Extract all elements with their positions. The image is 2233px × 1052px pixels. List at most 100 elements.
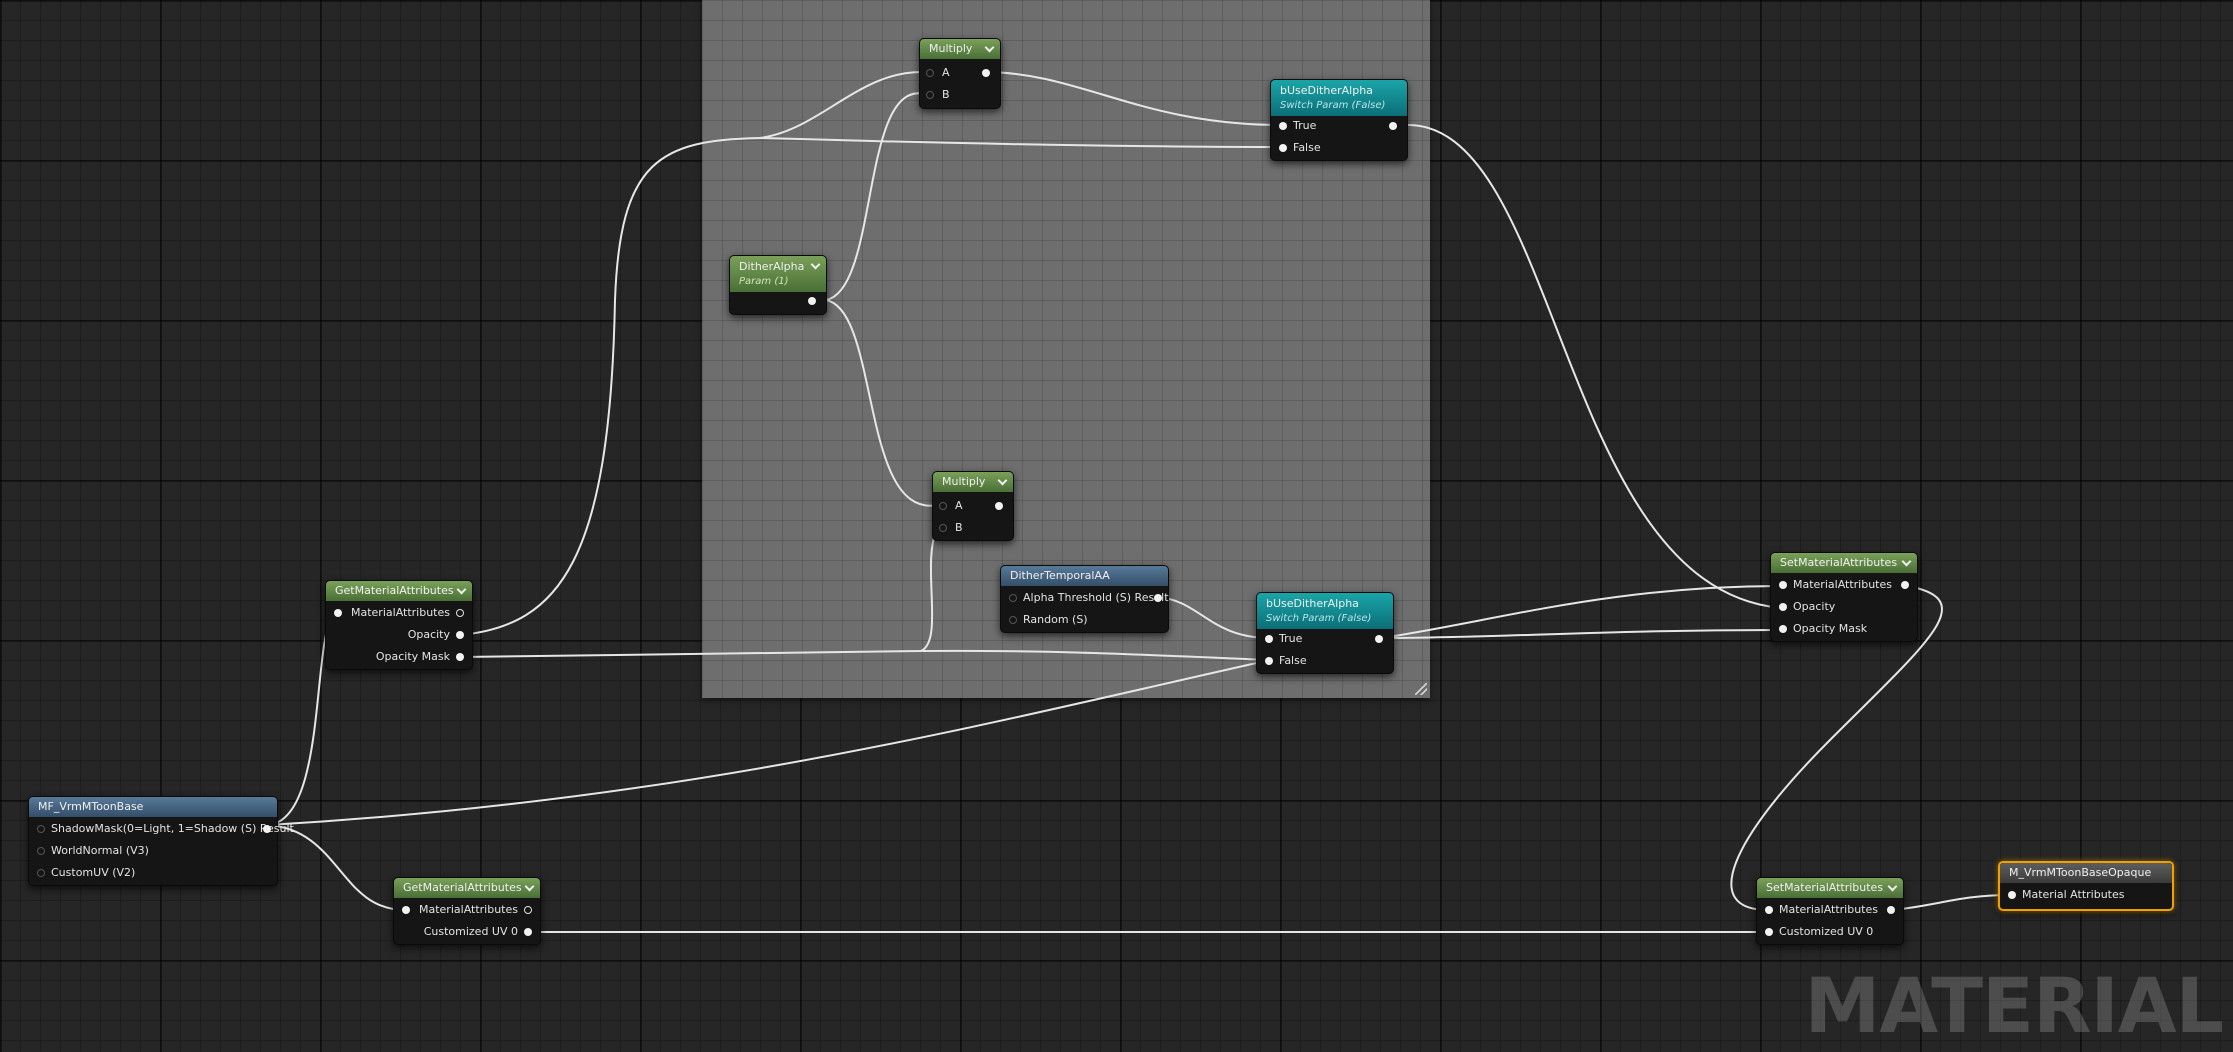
wire: [1892, 894, 2011, 911]
input-pin-material-attributes[interactable]: [1779, 581, 1787, 589]
input-pin-random[interactable]: [1009, 616, 1017, 624]
output-pin[interactable]: [263, 825, 271, 833]
output-pin-customized-uv0[interactable]: [524, 928, 532, 936]
node-title: bUseDitherAlpha: [1280, 84, 1373, 97]
node-header[interactable]: bUseDitherAlpha Switch Param (False): [1271, 80, 1407, 116]
chevron-down-icon[interactable]: [1887, 881, 1898, 892]
input-pin-material-attributes[interactable]: [2008, 891, 2016, 899]
input-pin-false[interactable]: [1279, 144, 1287, 152]
output-pin[interactable]: [982, 69, 990, 77]
node-header[interactable]: M_VrmMToonBaseOpaque: [2000, 863, 2172, 883]
chevron-down-icon[interactable]: [1901, 556, 1912, 567]
wire: [1381, 629, 1783, 639]
pin-label-true: True: [1293, 119, 1317, 132]
node-header[interactable]: GetMaterialAttributes: [326, 581, 472, 601]
material-function-node[interactable]: MF_VrmMToonBase ShadowMask(0=Light, 1=Sh…: [28, 796, 294, 886]
output-pin[interactable]: [1389, 122, 1397, 130]
input-pin-false[interactable]: [1265, 657, 1273, 665]
chevron-down-icon[interactable]: [984, 42, 995, 53]
resize-grip-icon[interactable]: [1415, 683, 1427, 695]
node-header[interactable]: DitherTemporalAA: [1001, 566, 1168, 586]
multiply-node[interactable]: Multiply A B: [919, 38, 1001, 109]
node-subtitle: Switch Param (False): [1280, 100, 1386, 111]
pin-label-world-normal: WorldNormal (V3): [51, 844, 149, 857]
node-header[interactable]: Multiply: [920, 39, 1000, 59]
output-pin[interactable]: [1901, 581, 1909, 589]
pin-label-false: False: [1279, 654, 1307, 667]
material-watermark: MATERIAL: [1804, 961, 2224, 1050]
input-pin-customized-uv0[interactable]: [1765, 928, 1773, 936]
material-output-node[interactable]: M_VrmMToonBaseOpaque Material Attributes: [1998, 861, 2174, 911]
pin-label-opacity: Opacity: [407, 628, 450, 641]
input-pin-a[interactable]: [939, 502, 947, 510]
pin-label-material-attributes: MaterialAttributes: [1779, 903, 1878, 916]
node-header[interactable]: bUseDitherAlpha Switch Param (False): [1257, 593, 1393, 629]
node-header[interactable]: DitherAlpha Param (1): [730, 256, 826, 292]
output-pin-material-attributes[interactable]: [524, 906, 532, 914]
wire: [1381, 585, 1783, 639]
pin-label-b: B: [942, 88, 950, 101]
output-pin[interactable]: [1375, 635, 1383, 643]
input-pin-custom-uv[interactable]: [37, 869, 45, 877]
input-pin-true[interactable]: [1265, 635, 1273, 643]
dither-temporal-aa-node[interactable]: DitherTemporalAA Alpha Threshold (S) Res…: [1000, 565, 1169, 633]
node-header[interactable]: SetMaterialAttributes: [1771, 553, 1917, 573]
get-material-attributes-node[interactable]: GetMaterialAttributes MaterialAttributes…: [325, 580, 473, 670]
node-title: M_VrmMToonBaseOpaque: [2009, 866, 2152, 879]
output-pin-material-attributes[interactable]: [456, 609, 464, 617]
pin-label-customized-uv0: Customized UV 0: [1779, 925, 1874, 938]
pin-label-opacity-mask: Opacity Mask: [1793, 622, 1868, 635]
node-header[interactable]: Multiply: [933, 472, 1013, 492]
input-pin-a[interactable]: [926, 69, 934, 77]
input-pin-true[interactable]: [1279, 122, 1287, 130]
node-header[interactable]: SetMaterialAttributes: [1757, 878, 1903, 898]
node-title: Multiply: [942, 475, 986, 488]
input-pin-world-normal[interactable]: [37, 847, 45, 855]
pin-label-material-attributes: MaterialAttributes: [419, 903, 518, 916]
output-pin-opacity[interactable]: [456, 631, 464, 639]
switch-param-node[interactable]: bUseDitherAlpha Switch Param (False) True…: [1256, 592, 1394, 674]
chevron-down-icon[interactable]: [997, 475, 1008, 486]
input-pin-alpha-threshold[interactable]: [1009, 594, 1017, 602]
multiply-node[interactable]: Multiply A B: [932, 471, 1014, 541]
pin-label-material-attributes: MaterialAttributes: [351, 606, 450, 619]
get-material-attributes-node[interactable]: GetMaterialAttributes MaterialAttributes…: [393, 877, 541, 945]
input-pin-shadow-mask[interactable]: [37, 825, 45, 833]
pin-label-b: B: [955, 521, 963, 534]
input-pin-opacity-mask[interactable]: [1779, 625, 1787, 633]
node-title: Multiply: [929, 42, 973, 55]
chevron-down-icon[interactable]: [524, 881, 535, 892]
pin-label-material-attributes: MaterialAttributes: [1793, 578, 1892, 591]
input-pin-b[interactable]: [926, 91, 934, 99]
pin-label-material-attributes: Material Attributes: [2022, 888, 2125, 901]
chevron-down-icon[interactable]: [810, 259, 821, 270]
node-title: bUseDitherAlpha: [1266, 597, 1359, 610]
node-header[interactable]: GetMaterialAttributes: [394, 878, 540, 898]
node-subtitle: Param (1): [739, 276, 789, 287]
pin-label-opacity: Opacity: [1793, 600, 1836, 613]
output-pin[interactable]: [995, 502, 1003, 510]
output-pin[interactable]: [808, 297, 816, 305]
node-title: GetMaterialAttributes: [335, 584, 454, 597]
node-header[interactable]: MF_VrmMToonBase: [29, 797, 277, 817]
input-pin-material-attributes[interactable]: [402, 906, 410, 914]
pin-label-a: A: [955, 499, 963, 512]
input-pin-b[interactable]: [939, 524, 947, 532]
set-material-attributes-node[interactable]: SetMaterialAttributes MaterialAttributes…: [1756, 877, 1904, 945]
output-pin[interactable]: [1887, 906, 1895, 914]
input-pin-material-attributes[interactable]: [1765, 906, 1773, 914]
pin-label-true: True: [1279, 632, 1303, 645]
wire: [267, 824, 406, 911]
set-material-attributes-node[interactable]: SetMaterialAttributes MaterialAttributes…: [1770, 552, 1918, 642]
input-pin-opacity[interactable]: [1779, 603, 1787, 611]
switch-param-node[interactable]: bUseDitherAlpha Switch Param (False) True…: [1270, 79, 1408, 161]
output-pin-opacity-mask[interactable]: [456, 653, 464, 661]
wire: [1407, 124, 1783, 609]
pin-label-custom-uv: CustomUV (V2): [51, 866, 136, 879]
chevron-down-icon[interactable]: [456, 584, 467, 595]
node-title: MF_VrmMToonBase: [38, 800, 144, 813]
node-title: GetMaterialAttributes: [403, 881, 522, 894]
scalar-param-node[interactable]: DitherAlpha Param (1): [729, 255, 827, 315]
output-pin[interactable]: [1154, 594, 1162, 602]
input-pin-material-attributes[interactable]: [334, 609, 342, 617]
